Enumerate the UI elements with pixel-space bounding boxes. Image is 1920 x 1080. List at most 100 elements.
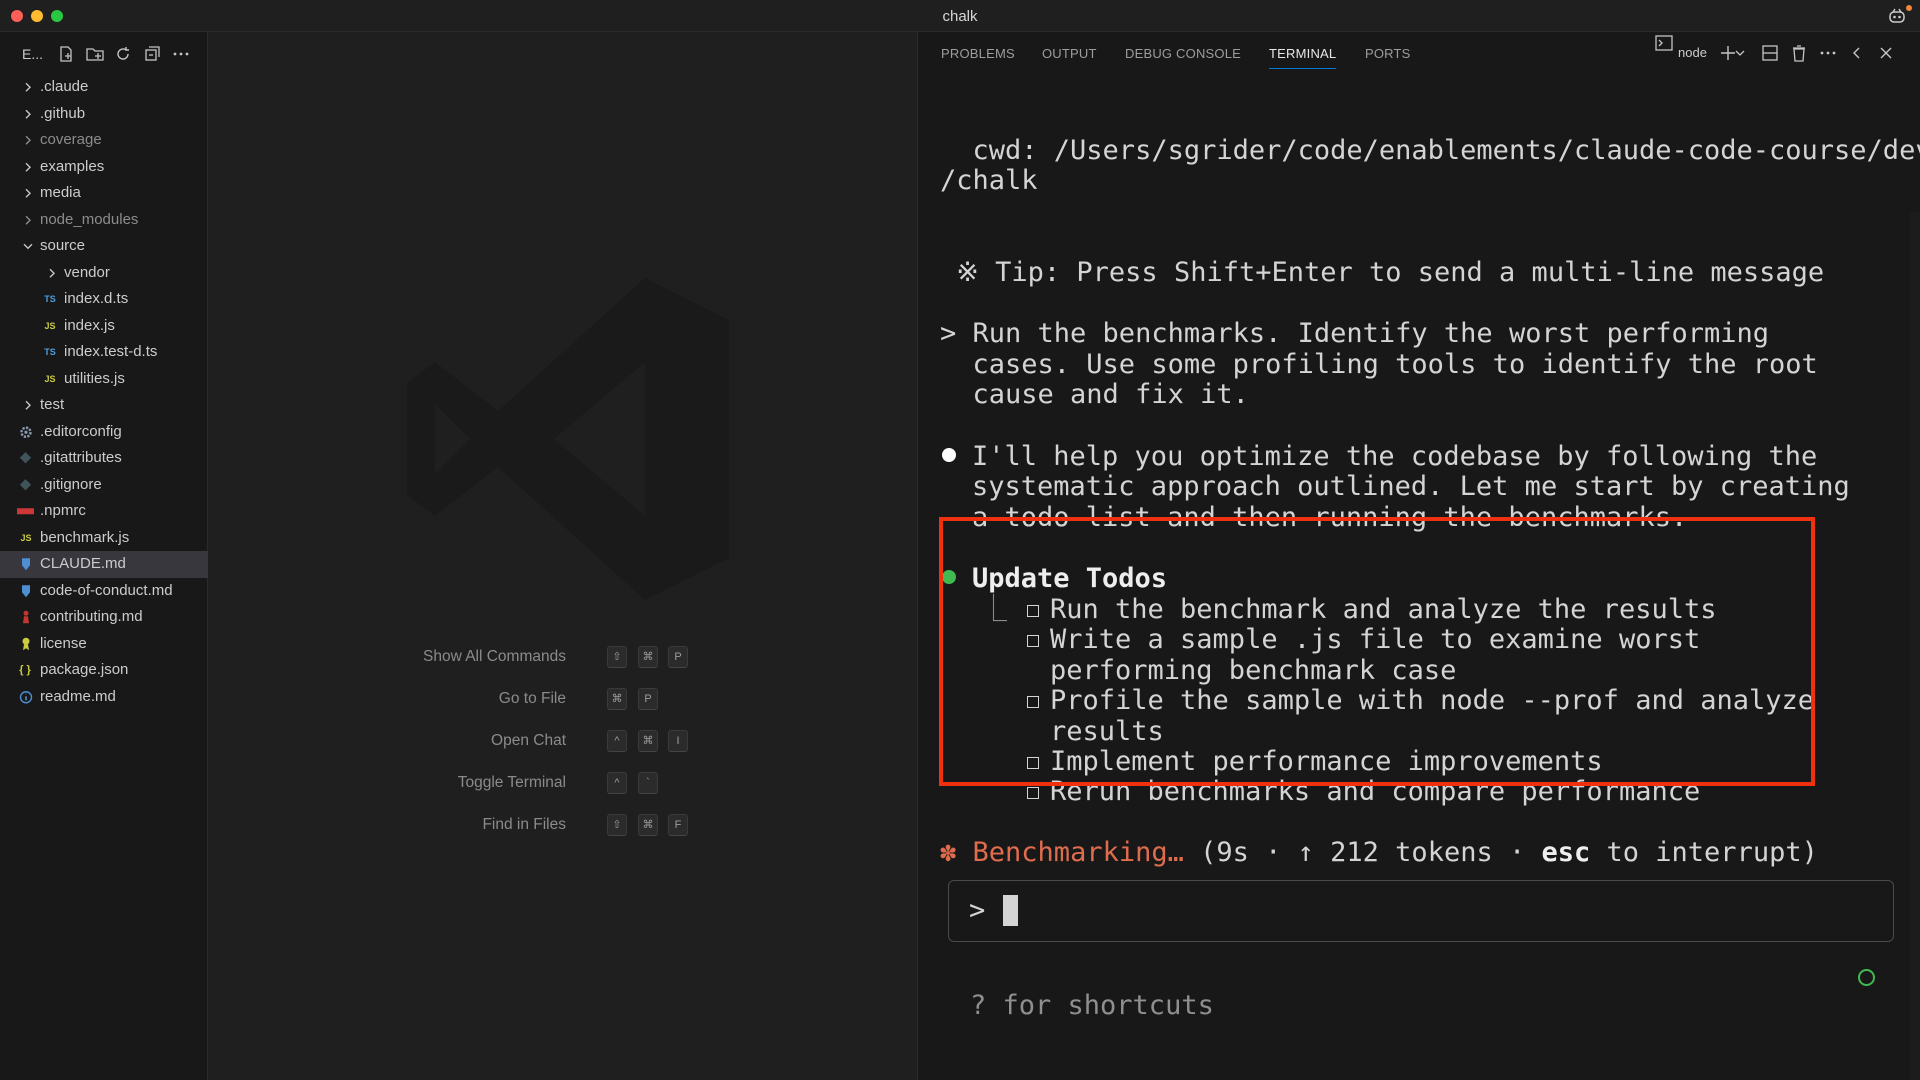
command-open-chat[interactable]: Open Chat ^ ⌘ I: [208, 730, 917, 752]
tree-item-label: license: [40, 634, 87, 652]
command-find-in-files[interactable]: Find in Files ⇧ ⌘ F: [208, 814, 917, 836]
markdown-icon: [22, 558, 30, 571]
tab-ports[interactable]: PORTS: [1365, 46, 1411, 61]
chevron-down-icon[interactable]: [1734, 42, 1746, 64]
tree-item-label: .editorconfig: [40, 422, 122, 440]
terminal-icon: [1655, 35, 1673, 51]
tree-item-label: .gitignore: [40, 475, 102, 493]
explorer-title: E...: [22, 46, 44, 62]
tree-file-utilities-js[interactable]: JS utilities.js: [0, 366, 208, 393]
tree-item-label: CLAUDE.md: [40, 555, 126, 572]
new-file-icon[interactable]: [56, 44, 76, 64]
editor-area: Show All Commands ⇧ ⌘ P Go to File ⌘ P O…: [208, 32, 917, 1080]
assistant-message-line: I'll help you optimize the codebase by f…: [972, 441, 1818, 472]
npm-icon: [17, 508, 34, 515]
tree-folder-node-modules[interactable]: node_modules: [0, 207, 208, 234]
tree-folder-coverage[interactable]: coverage: [0, 127, 208, 154]
tree-file-code-of-conduct-md[interactable]: code-of-conduct.md: [0, 578, 208, 605]
gear-icon: [20, 426, 32, 438]
more-actions-icon[interactable]: [1818, 42, 1838, 64]
tree-file-contributing-md[interactable]: contributing.md: [0, 604, 208, 631]
chevron-right-icon: [25, 400, 31, 410]
tree-folder-vendor[interactable]: vendor: [0, 260, 208, 287]
key-cmd: ⌘: [638, 646, 658, 668]
user-prompt-line: cause and fix it.: [940, 379, 1249, 410]
tree-file-license[interactable]: license: [0, 631, 208, 658]
tree-folder-examples[interactable]: examples: [0, 154, 208, 181]
assistant-bullet-icon: [942, 448, 956, 462]
command-label: Open Chat: [491, 732, 566, 749]
typescript-icon: TS: [44, 347, 56, 357]
javascript-icon: JS: [44, 373, 56, 384]
notification-dot: [1906, 5, 1912, 11]
info-icon: [19, 690, 33, 703]
key-cmd: ⌘: [607, 688, 627, 710]
tree-item-label: utilities.js: [64, 369, 125, 387]
command-go-to-file[interactable]: Go to File ⌘ P: [208, 688, 917, 710]
key-backtick: `: [638, 772, 658, 794]
key-ctrl: ^: [607, 772, 627, 794]
key-p: P: [668, 646, 688, 668]
trash-icon[interactable]: [1789, 42, 1809, 64]
tab-output[interactable]: OUTPUT: [1042, 46, 1097, 61]
collapse-all-icon[interactable]: [142, 44, 162, 64]
tree-file-gitignore[interactable]: .gitignore: [0, 472, 208, 499]
tree-folder-media[interactable]: media: [0, 180, 208, 207]
person-icon: [23, 610, 29, 624]
chevron-right-icon: [25, 188, 31, 198]
tree-file-index-test-d-ts[interactable]: TS index.test-d.ts: [0, 339, 208, 366]
markdown-icon: [22, 584, 30, 597]
key-shift: ⇧: [607, 646, 627, 668]
split-terminal-icon[interactable]: [1760, 42, 1780, 64]
tree-item-label: source: [40, 237, 86, 254]
tree-file-editorconfig[interactable]: .editorconfig: [0, 419, 208, 446]
terminal-cwd-line: /chalk: [940, 165, 1038, 196]
tree-file-package-json[interactable]: { } package.json: [0, 657, 208, 684]
close-icon[interactable]: [1876, 42, 1896, 64]
copilot-icon[interactable]: [1888, 7, 1906, 25]
tree-folder-claude[interactable]: .claude: [0, 74, 208, 101]
command-show-all-commands[interactable]: Show All Commands ⇧ ⌘ P: [208, 646, 917, 668]
tree-file-gitattributes[interactable]: .gitattributes: [0, 445, 208, 472]
terminal-name[interactable]: node: [1678, 45, 1707, 60]
command-toggle-terminal[interactable]: Toggle Terminal ^ `: [208, 772, 917, 794]
tree-file-readme-md[interactable]: readme.md: [0, 684, 208, 711]
chevron-left-icon[interactable]: [1847, 42, 1867, 64]
spinner-icon: ✽: [940, 837, 957, 868]
tab-problems[interactable]: PROBLEMS: [941, 46, 1015, 61]
refresh-icon[interactable]: [113, 44, 133, 64]
status-circle-icon: [1858, 969, 1875, 986]
key-cmd: ⌘: [638, 730, 658, 752]
command-label: Find in Files: [482, 816, 566, 833]
tree-item-label: .npmrc: [40, 502, 86, 519]
command-label: Toggle Terminal: [457, 774, 566, 791]
tree-folder-github[interactable]: .github: [0, 101, 208, 128]
chevron-right-icon: [49, 268, 55, 278]
tree-file-npmrc[interactable]: .npmrc: [0, 498, 208, 525]
terminal-scrollbar[interactable]: [1910, 212, 1920, 1080]
tree-item-label: .github: [40, 104, 86, 122]
tree-file-index-js[interactable]: JS index.js: [0, 313, 208, 340]
license-icon: [22, 637, 30, 650]
text-cursor: [1003, 895, 1018, 926]
terminal-tip: ※ Tip: Press Shift+Enter to send a multi…: [940, 257, 1825, 288]
tree-file-claude-md[interactable]: CLAUDE.md: [0, 551, 208, 578]
prompt-input[interactable]: >: [948, 880, 1894, 942]
tab-terminal[interactable]: TERMINAL: [1269, 46, 1336, 61]
todos-highlight-box: [939, 517, 1815, 786]
tree-item-label: media: [40, 184, 81, 201]
tree-item-label: package.json: [40, 661, 129, 678]
new-folder-icon[interactable]: [85, 44, 105, 64]
tree-item-label: test: [40, 396, 65, 413]
status-esc-key: esc: [1541, 837, 1591, 868]
tree-file-benchmark-js[interactable]: JS benchmark.js: [0, 525, 208, 552]
tree-folder-test[interactable]: test: [0, 392, 208, 419]
command-label: Go to File: [498, 690, 566, 707]
json-icon: { }: [19, 664, 31, 676]
tree-file-index-d-ts[interactable]: TS index.d.ts: [0, 286, 208, 313]
key-p: P: [638, 688, 658, 710]
vscode-logo-icon: [407, 278, 729, 600]
more-actions-icon[interactable]: [171, 44, 191, 64]
tab-debug-console[interactable]: DEBUG CONSOLE: [1125, 46, 1241, 61]
tree-folder-source[interactable]: source: [0, 233, 208, 260]
